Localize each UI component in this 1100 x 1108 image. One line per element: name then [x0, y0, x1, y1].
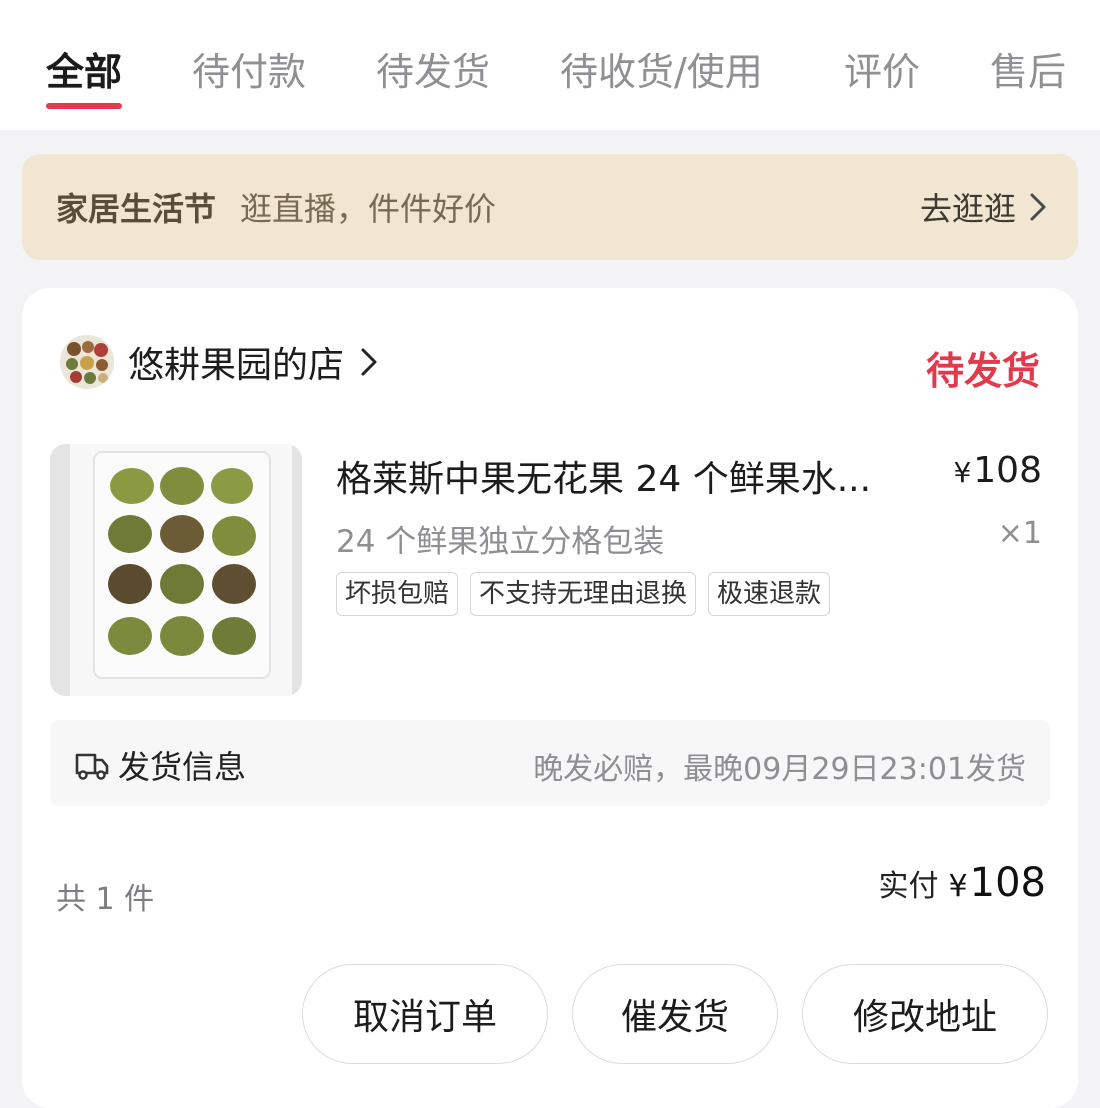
promo-title: 家居生活节	[56, 190, 217, 228]
item-count: 共 1 件	[56, 882, 155, 917]
paid-amount-value: 108	[969, 860, 1046, 906]
service-tag: 极速退款	[708, 572, 831, 616]
order-status: 待发货	[925, 349, 1040, 393]
product-price: ¥108	[953, 450, 1042, 491]
promo-subtitle: 逛直播，件件好价	[240, 190, 497, 228]
tab-pending-receipt[interactable]: 待收货/使用	[560, 44, 763, 100]
paid-currency: ¥	[948, 869, 968, 904]
shipping-info-box[interactable]: 发货信息 晚发必赔，最晚09月29日23:01发货	[50, 720, 1050, 806]
paid-label: 实付	[878, 869, 939, 904]
active-tab-indicator	[46, 103, 122, 109]
tab-pending-shipment[interactable]: 待发货	[376, 44, 490, 100]
tab-all[interactable]: 全部	[46, 44, 122, 100]
shipping-label-group: 发货信息	[74, 742, 246, 788]
shop-avatar	[60, 335, 114, 389]
paid-total: 实付 ¥108	[879, 860, 1046, 906]
product-quantity: ×1	[997, 516, 1042, 551]
chevron-right-icon	[361, 348, 377, 376]
product-image[interactable]	[50, 444, 302, 696]
order-tabs: 全部 待付款 待发货 待收货/使用 评价 售后	[0, 0, 1100, 130]
product-spec: 24 个鲜果独立分格包装	[336, 524, 665, 560]
tab-pending-payment[interactable]: 待付款	[192, 44, 306, 100]
shop-name: 悠耕果园的店	[128, 345, 345, 386]
truck-icon	[75, 753, 109, 780]
tab-review[interactable]: 评价	[844, 44, 920, 100]
shipping-deadline-note: 晚发必赔，最晚09月29日23:01发货	[533, 752, 1026, 787]
change-address-button[interactable]: 修改地址	[802, 964, 1048, 1064]
shipping-label: 发货信息	[118, 748, 247, 786]
service-tag: 不支持无理由退换	[470, 572, 697, 616]
product-currency: ¥	[953, 456, 972, 489]
service-tag: 坏损包赔	[336, 572, 459, 616]
shop-header[interactable]: 悠耕果园的店	[60, 332, 380, 392]
promo-banner[interactable]: 家居生活节 逛直播，件件好价 去逛逛	[22, 154, 1078, 260]
promo-go-link[interactable]: 去逛逛	[920, 184, 1048, 230]
tab-after-sales[interactable]: 售后	[990, 44, 1066, 100]
chevron-right-icon	[1030, 193, 1046, 221]
order-card: 悠耕果园的店 待发货 格莱斯中果无花果 24 个鲜果水... ¥108 24 个…	[22, 288, 1078, 1108]
paid-amount: ¥108	[949, 860, 1046, 906]
service-tags: 坏损包赔 不支持无理由退换 极速退款	[336, 572, 831, 616]
promo-link-label: 去逛逛	[919, 190, 1016, 228]
product-title[interactable]: 格莱斯中果无花果 24 个鲜果水...	[336, 450, 912, 502]
product-price-value: 108	[973, 450, 1042, 491]
cancel-order-button[interactable]: 取消订单	[302, 964, 548, 1064]
urge-shipment-button[interactable]: 催发货	[572, 964, 778, 1064]
